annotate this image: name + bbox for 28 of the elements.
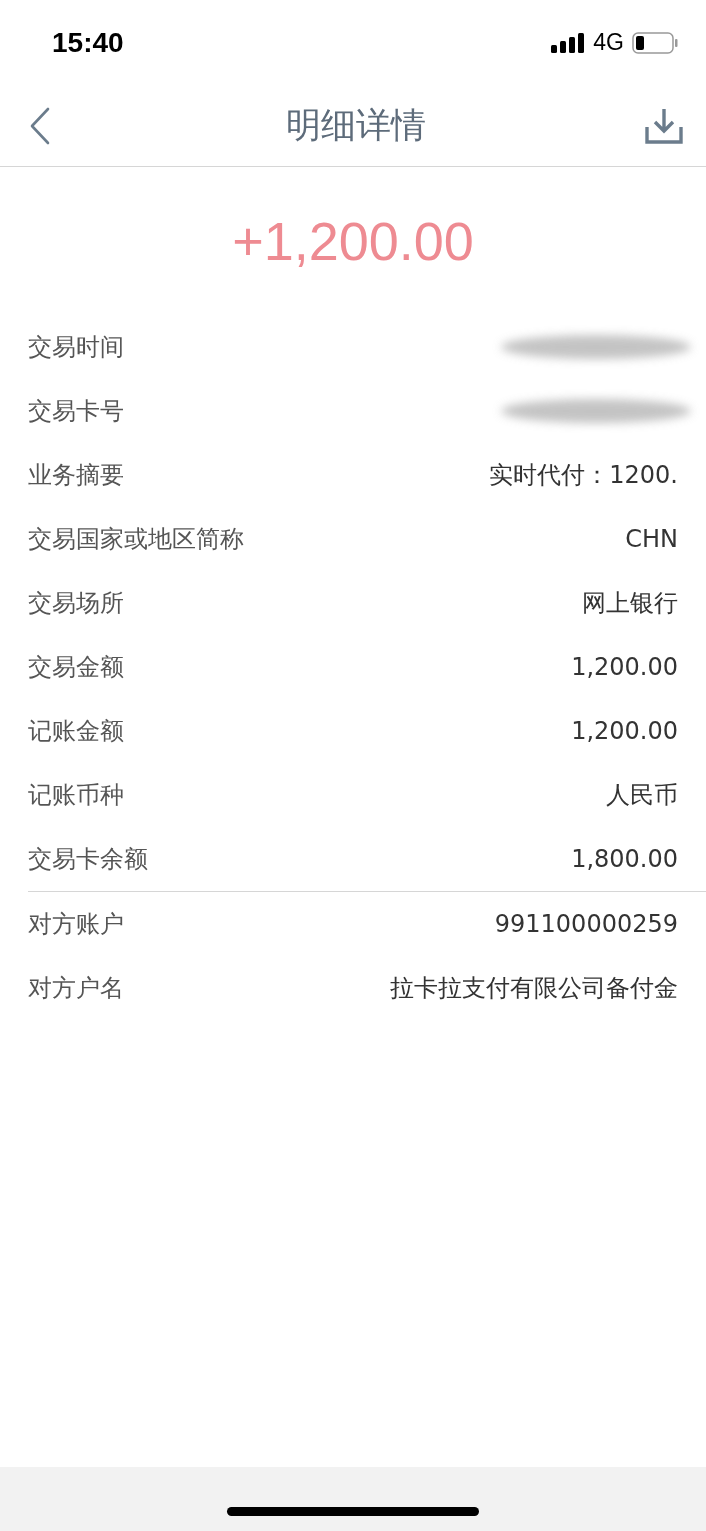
field-label: 交易时间: [28, 332, 124, 363]
signal-icon: [551, 32, 586, 53]
field-value: 人民币: [606, 780, 678, 811]
field-value: 1,800.00: [571, 845, 678, 873]
network-label: 4G: [593, 29, 624, 56]
status-time: 15:40: [52, 26, 124, 59]
field-label: 对方账户: [28, 909, 124, 940]
transaction-amount: +1,200.00: [232, 210, 474, 272]
field-label: 记账币种: [28, 780, 124, 811]
field-label: 交易卡号: [28, 396, 124, 427]
field-value: 拉卡拉支付有限公司备付金: [390, 973, 678, 1004]
field-label: 交易国家或地区简称: [28, 524, 244, 555]
back-button[interactable]: [28, 105, 52, 146]
field-label: 业务摘要: [28, 460, 124, 491]
field-label: 对方户名: [28, 973, 124, 1004]
field-value: 991100000259: [494, 910, 678, 938]
field-value: 1,200.00: [571, 653, 678, 681]
field-value: 网上银行: [582, 588, 678, 619]
field-label: 交易金额: [28, 652, 124, 683]
field-value: CHN: [625, 525, 678, 553]
field-value: 1,200.00: [571, 717, 678, 745]
field-label: 交易卡余额: [28, 844, 148, 875]
page-title: 明细详情: [286, 104, 426, 147]
download-button[interactable]: [644, 106, 684, 145]
field-value: 实时代付：1200.: [489, 460, 678, 491]
battery-icon: [632, 31, 678, 54]
field-label: 记账金额: [28, 716, 124, 747]
field-label: 交易场所: [28, 588, 124, 619]
